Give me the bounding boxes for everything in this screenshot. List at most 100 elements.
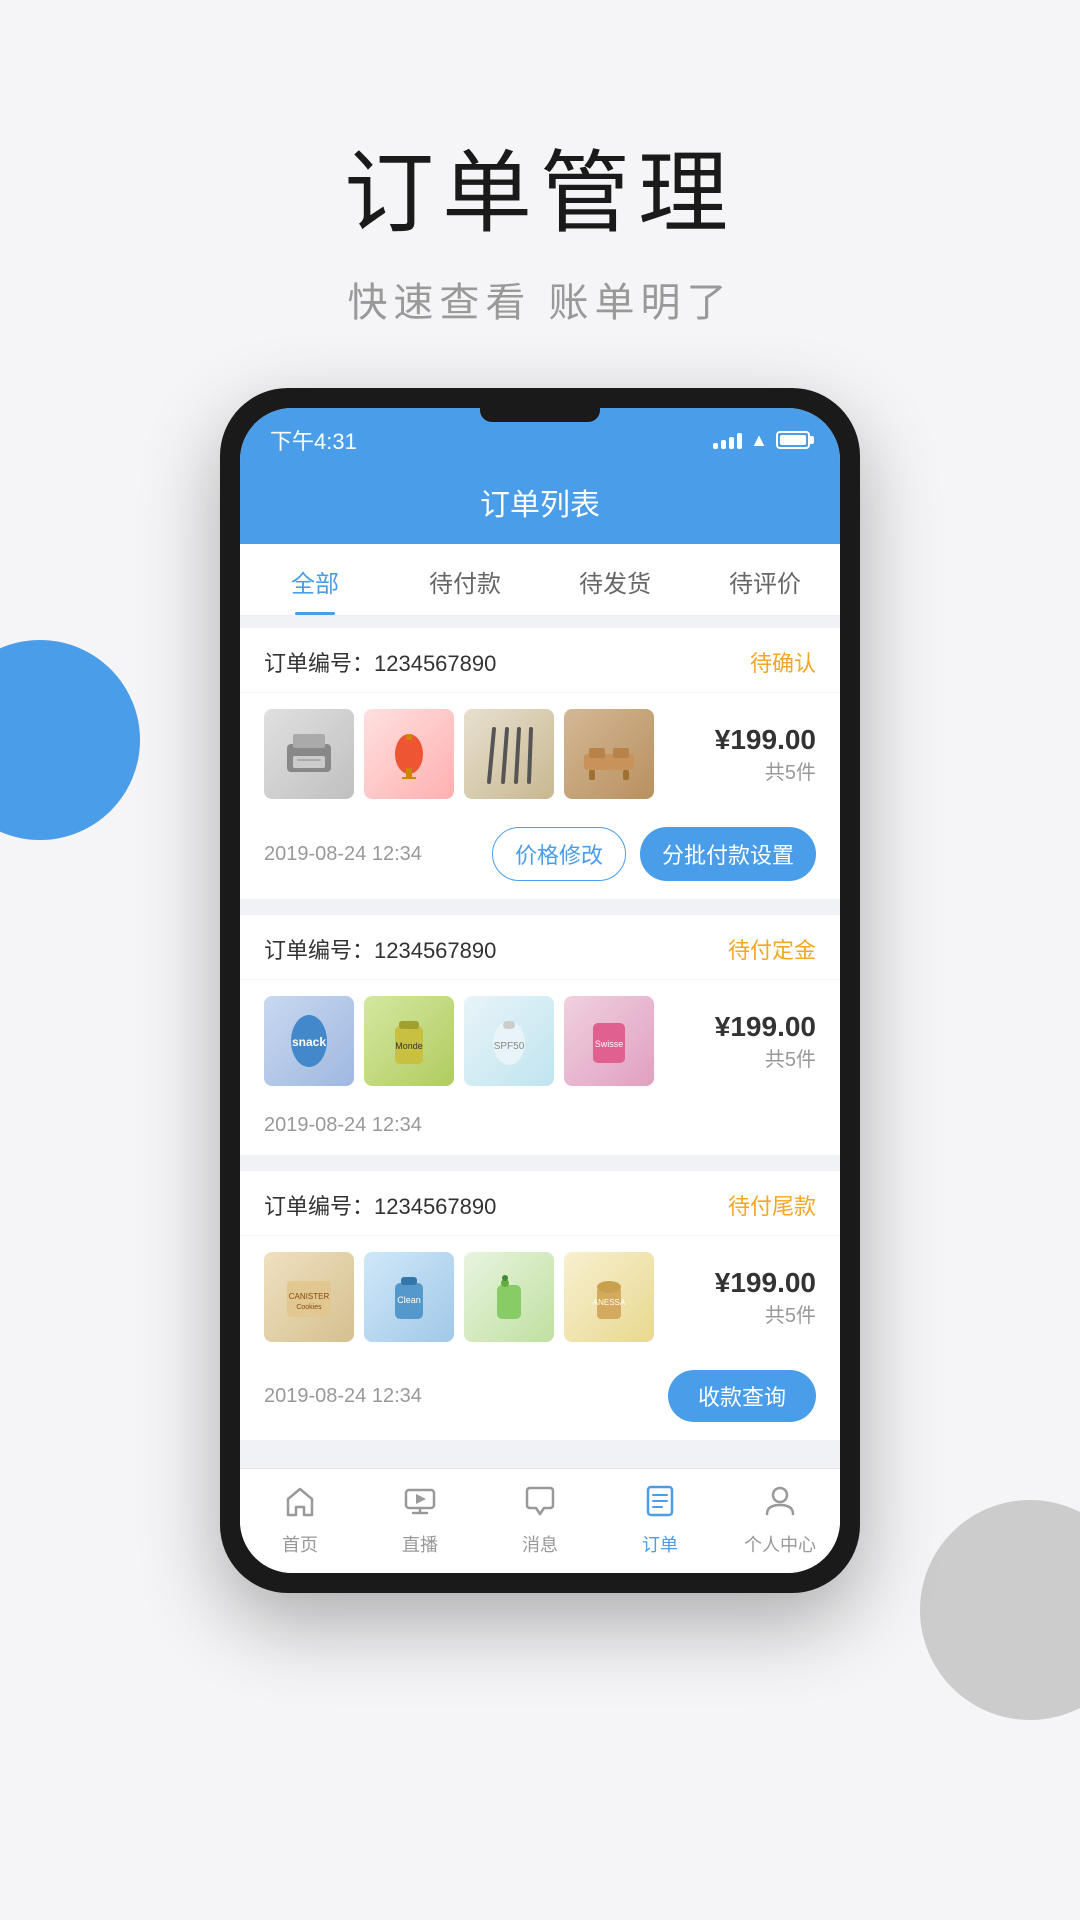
order-date-3: 2019-08-24 12:34	[264, 1385, 422, 1408]
order-header-3: 订单编号：1234567890 待付尾款	[240, 1171, 840, 1236]
cosmetic-svg: ANESSA	[579, 1267, 639, 1327]
svg-text:Cookies: Cookies	[296, 1304, 322, 1311]
order-header-2: 订单编号：1234567890 待付定金	[240, 915, 840, 980]
tab-pending-shipment[interactable]: 待发货	[540, 544, 690, 615]
batch-payment-button[interactable]: 分批付款设置	[640, 827, 816, 881]
order-date-1: 2019-08-24 12:34	[264, 843, 422, 866]
product-thumb-cleaning: Clean	[364, 1252, 454, 1342]
nav-item-live[interactable]: 直播	[360, 1469, 480, 1573]
product-thumb-furniture	[564, 709, 654, 799]
order-header-1: 订单编号：1234567890 待确认	[240, 628, 840, 693]
nav-item-message[interactable]: 消息	[480, 1469, 600, 1573]
order-price-1: ¥199.00	[706, 724, 816, 756]
hero-subtitle: 快速查看 账单明了	[0, 270, 1080, 328]
live-icon	[402, 1483, 438, 1527]
svg-text:snack: snack	[292, 1035, 326, 1049]
order-price-area-3: ¥199.00 共5件	[706, 1267, 816, 1328]
svg-text:Swisse: Swisse	[595, 1039, 624, 1049]
home-icon	[282, 1483, 318, 1527]
tab-all[interactable]: 全部	[240, 544, 390, 615]
product-thumb-cosmetic: ANESSA	[564, 1252, 654, 1342]
nav-label-order: 订单	[642, 1531, 678, 1557]
svg-text:ANESSA: ANESSA	[593, 1298, 626, 1307]
nav-label-home: 首页	[282, 1531, 318, 1557]
phone-frame: 下午4:31 ▲ 订单列表	[220, 388, 860, 1593]
order-card-3: 订单编号：1234567890 待付尾款 CANISTER Cookies	[240, 1171, 840, 1440]
products-row-1: ¥199.00 共5件	[240, 693, 840, 815]
order-number-1: 订单编号：1234567890	[264, 646, 496, 678]
product-thumb-printer	[264, 709, 354, 799]
message-icon	[522, 1483, 558, 1527]
order-footer-3: 2019-08-24 12:34 收款查询	[240, 1358, 840, 1440]
nav-item-profile[interactable]: 个人中心	[720, 1469, 840, 1573]
order-footer-2: 2019-08-24 12:34	[240, 1102, 840, 1155]
nav-label-message: 消息	[522, 1531, 558, 1557]
products-row-3: CANISTER Cookies Clean	[240, 1236, 840, 1358]
product-thumb-sauce: Monde	[364, 996, 454, 1086]
nav-item-order[interactable]: 订单	[600, 1469, 720, 1573]
order-icon	[642, 1483, 678, 1527]
status-icons: ▲	[713, 430, 810, 451]
chopsticks-svg	[479, 724, 539, 784]
svg-text:SPF50: SPF50	[494, 1041, 525, 1052]
nav-label-live: 直播	[402, 1531, 438, 1557]
signal-bar-4	[737, 433, 742, 449]
app-header: 订单列表	[240, 466, 840, 544]
order-status-1: 待确认	[750, 646, 816, 678]
product-thumb-lantern	[364, 709, 454, 799]
price-modify-button[interactable]: 价格修改	[492, 827, 626, 881]
product-thumb-biscuit: CANISTER Cookies	[264, 1252, 354, 1342]
hero-section: 订单管理 快速查看 账单明了	[0, 0, 1080, 388]
bottom-nav: 首页 直播	[240, 1468, 840, 1573]
battery-fill	[780, 435, 806, 445]
hero-title: 订单管理	[0, 120, 1080, 250]
product-images-2: snack Monde	[264, 996, 694, 1086]
order-price-area-2: ¥199.00 共5件	[706, 1011, 816, 1072]
order-status-3: 待付尾款	[728, 1189, 816, 1221]
order-price-3: ¥199.00	[706, 1267, 816, 1299]
order-number-3: 订单编号：1234567890	[264, 1189, 496, 1221]
svg-text:Clean: Clean	[397, 1295, 421, 1305]
svg-text:Monde: Monde	[395, 1041, 423, 1051]
medicine-svg: Swisse	[579, 1011, 639, 1071]
svg-text:CANISTER: CANISTER	[289, 1292, 330, 1301]
product-thumb-chopsticks	[464, 709, 554, 799]
sauce-svg: Monde	[379, 1011, 439, 1071]
tab-pending-payment[interactable]: 待付款	[390, 544, 540, 615]
order-count-3: 共5件	[706, 1299, 816, 1328]
status-time: 下午4:31	[270, 424, 357, 456]
order-actions-1: 价格修改 分批付款设置	[492, 827, 816, 881]
signal-bar-1	[713, 443, 718, 449]
order-price-2: ¥199.00	[706, 1011, 816, 1043]
order-price-area-1: ¥199.00 共5件	[706, 724, 816, 785]
app-header-title: 订单列表	[480, 489, 600, 522]
cleaning-svg: Clean	[379, 1267, 439, 1327]
nav-label-profile: 个人中心	[744, 1531, 816, 1557]
order-card-1: 订单编号：1234567890 待确认	[240, 628, 840, 899]
tabs-bar[interactable]: 全部 待付款 待发货 待评价	[240, 544, 840, 616]
phone-screen: 下午4:31 ▲ 订单列表	[240, 408, 840, 1573]
printer-svg	[279, 724, 339, 784]
furniture-svg	[579, 724, 639, 784]
product-images-3: CANISTER Cookies Clean	[264, 1252, 694, 1342]
snack-svg: snack	[279, 1011, 339, 1071]
phone-notch	[480, 408, 600, 422]
product-thumb-lotion	[464, 1252, 554, 1342]
tab-pending-review[interactable]: 待评价	[690, 544, 840, 615]
battery-icon	[776, 431, 810, 449]
profile-icon	[762, 1483, 798, 1527]
lotion-svg	[479, 1267, 539, 1327]
order-status-2: 待付定金	[728, 933, 816, 965]
order-card-2: 订单编号：1234567890 待付定金 snack	[240, 915, 840, 1155]
nav-item-home[interactable]: 首页	[240, 1469, 360, 1573]
order-number-2: 订单编号：1234567890	[264, 933, 496, 965]
orders-list: 订单编号：1234567890 待确认	[240, 616, 840, 1468]
biscuit-svg: CANISTER Cookies	[279, 1267, 339, 1327]
order-count-1: 共5件	[706, 756, 816, 785]
wifi-icon: ▲	[750, 430, 768, 451]
signal-bar-3	[729, 437, 734, 449]
lantern-svg	[379, 724, 439, 784]
payment-query-button[interactable]: 收款查询	[668, 1370, 816, 1422]
order-date-2: 2019-08-24 12:34	[264, 1114, 422, 1137]
signal-icon	[713, 431, 742, 449]
